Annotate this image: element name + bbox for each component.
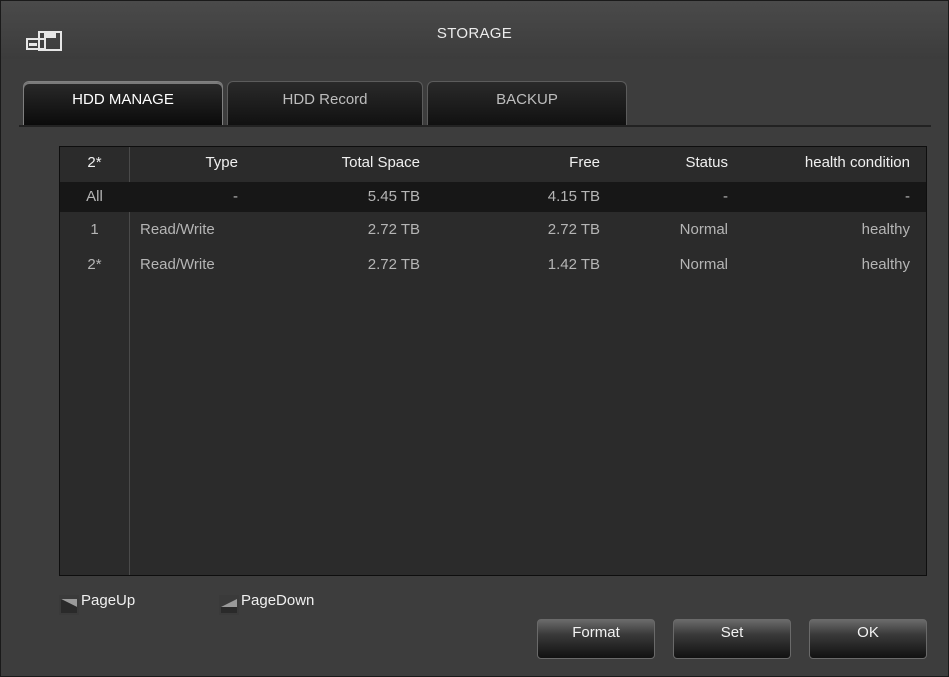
cell-free: 1.42 TB — [547, 256, 600, 273]
cell-type: Read/Write — [140, 221, 215, 238]
cell-status: Normal — [679, 221, 728, 238]
header-type: Type — [205, 154, 238, 171]
tab-hdd-record[interactable]: HDD Record — [227, 81, 423, 125]
cell-type: Read/Write — [140, 256, 215, 273]
table-row-all[interactable]: All - 5.45 TB 4.15 TB - - — [60, 182, 926, 212]
tab-bar: HDD MANAGE HDD Record BACKUP — [19, 81, 931, 127]
header-health: health condition — [804, 154, 910, 171]
cell-free: 2.72 TB — [547, 221, 600, 238]
set-button[interactable]: Set — [673, 619, 791, 659]
format-button[interactable]: Format — [537, 619, 655, 659]
table-header: 2* Type Total Space Free Status health c… — [60, 147, 926, 183]
cell-status: - — [723, 188, 728, 205]
header-status: Status — [685, 154, 728, 171]
cell-status: Normal — [679, 256, 728, 273]
cell-health: - — [905, 188, 910, 205]
header-free: Free — [569, 154, 600, 171]
hdd-table[interactable]: 2* Type Total Space Free Status health c… — [59, 146, 927, 576]
tab-backup[interactable]: BACKUP — [427, 81, 627, 125]
page-down-icon — [219, 595, 239, 615]
cell-type: - — [233, 188, 238, 205]
page-down-label: PageDown — [241, 592, 315, 609]
window-title: STORAGE — [436, 25, 513, 42]
cell-id: 2* — [87, 256, 102, 273]
table-row[interactable]: 1 Read/Write 2.72 TB 2.72 TB Normal heal… — [60, 215, 926, 245]
cell-id: All — [86, 188, 103, 205]
cell-total: 5.45 TB — [367, 188, 420, 205]
cell-total: 2.72 TB — [367, 221, 420, 238]
tab-divider — [19, 125, 931, 127]
cell-total: 2.72 TB — [367, 256, 420, 273]
tab-hdd-manage[interactable]: HDD MANAGE — [23, 81, 223, 125]
cell-id: 1 — [90, 221, 99, 238]
page-up-icon — [59, 595, 79, 615]
header-total-space: Total Space — [341, 154, 420, 171]
cell-health: healthy — [861, 256, 910, 273]
ok-button[interactable]: OK — [809, 619, 927, 659]
storage-window: STORAGE HDD MANAGE HDD Record BACKUP 2* … — [0, 0, 949, 677]
cell-free: 4.15 TB — [547, 188, 600, 205]
cell-health: healthy — [861, 221, 910, 238]
table-row[interactable]: 2* Read/Write 2.72 TB 1.42 TB Normal hea… — [60, 250, 926, 280]
title-bar: STORAGE — [1, 1, 948, 59]
header-disk-count: 2* — [87, 154, 102, 171]
page-up-label: PageUp — [81, 592, 136, 609]
